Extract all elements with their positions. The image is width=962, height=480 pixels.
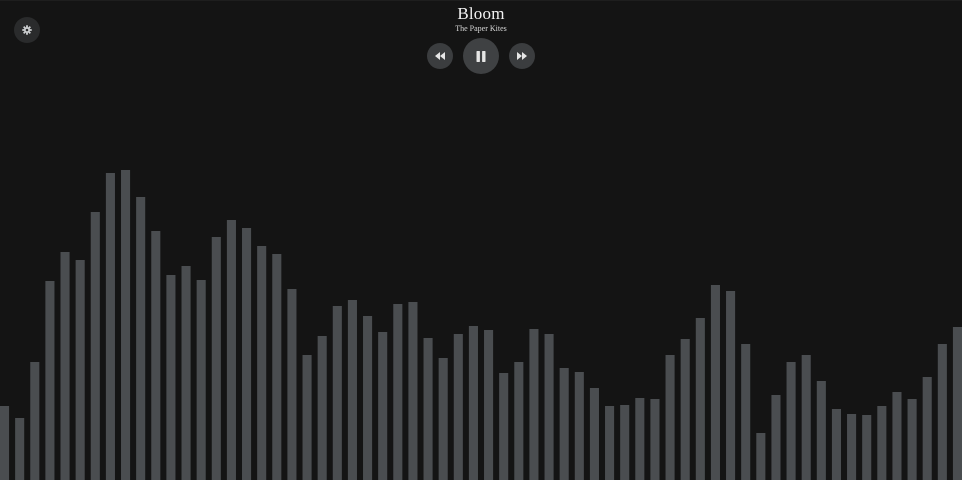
player-app: Bloom The Paper Kites <box>0 0 962 480</box>
visualizer-bar <box>831 409 841 480</box>
visualizer-bar <box>907 399 917 480</box>
visualizer-bar <box>484 330 494 480</box>
visualizer-bar <box>786 362 796 480</box>
visualizer-bar <box>332 306 342 480</box>
visualizer-bar <box>665 355 675 480</box>
visualizer-bar <box>756 433 766 480</box>
rewind-icon <box>435 52 445 60</box>
visualizer-bar <box>15 418 25 480</box>
visualizer-bar <box>60 252 70 480</box>
visualizer-bar <box>226 220 236 480</box>
visualizer-bar <box>741 344 751 480</box>
visualizer-bar <box>136 197 146 480</box>
track-title: Bloom <box>457 4 505 23</box>
visualizer-bar <box>423 338 433 480</box>
visualizer-bar <box>317 336 327 480</box>
visualizer-bar <box>166 275 176 480</box>
visualizer-bar <box>801 355 811 480</box>
visualizer-bar <box>680 339 690 480</box>
playback-controls <box>0 38 962 74</box>
visualizer-bar <box>393 304 403 480</box>
pause-button[interactable] <box>463 38 499 74</box>
visualizer-bar <box>90 212 100 480</box>
visualizer-bar <box>559 368 569 480</box>
visualizer-bar <box>287 289 297 480</box>
visualizer-bar <box>952 327 962 480</box>
visualizer-bar <box>620 405 630 480</box>
visualizer-bar <box>922 377 932 480</box>
visualizer-bar <box>847 414 857 480</box>
visualizer-bar <box>211 237 221 480</box>
visualizer-bar <box>726 291 736 480</box>
visualizer-bar <box>877 406 887 480</box>
visualizer-bar <box>605 406 615 480</box>
visualizer-bar <box>453 334 463 480</box>
track-artist: The Paper Kites <box>455 24 507 33</box>
visualizer-bar <box>514 362 524 480</box>
visualizer-bar <box>378 332 388 480</box>
visualizer-bar <box>695 318 705 480</box>
visualizer-bar <box>468 326 478 480</box>
fast-forward-button[interactable] <box>509 43 535 69</box>
visualizer-bar <box>121 170 131 480</box>
visualizer-bar <box>771 395 781 480</box>
visualizer-bar <box>151 231 161 480</box>
rewind-button[interactable] <box>427 43 453 69</box>
fast-forward-icon <box>517 52 527 60</box>
visualizer-bar <box>0 406 10 480</box>
visualizer-bar <box>862 415 872 480</box>
visualizer-bar <box>574 372 584 480</box>
visualizer-bar <box>45 281 55 480</box>
visualizer-bar <box>196 280 206 480</box>
visualizer-bar <box>181 266 191 480</box>
visualizer-bar <box>499 373 509 480</box>
visualizer-bar <box>347 300 357 480</box>
visualizer-bar <box>589 388 599 480</box>
pause-icon <box>476 50 486 62</box>
visualizer-bar <box>30 362 40 480</box>
visualizer-bar <box>438 358 448 480</box>
now-playing: Bloom The Paper Kites <box>0 4 962 34</box>
visualizer-bar <box>635 398 645 480</box>
visualizer-bar <box>650 399 660 480</box>
visualizer-bar <box>710 285 720 480</box>
visualizer-bar <box>363 316 373 480</box>
visualizer-bar <box>529 329 539 480</box>
visualizer-bar <box>272 254 282 480</box>
visualizer-bar <box>892 392 902 480</box>
visualizer-bar <box>75 260 85 480</box>
visualizer-bar <box>242 228 252 480</box>
visualizer-bar <box>937 344 947 480</box>
visualizer-bar <box>408 302 418 480</box>
visualizer-bar <box>544 334 554 480</box>
visualizer-bar <box>302 355 312 480</box>
visualizer-bar <box>257 246 267 480</box>
visualizer-bar <box>816 381 826 480</box>
visualizer-bar <box>105 173 115 480</box>
